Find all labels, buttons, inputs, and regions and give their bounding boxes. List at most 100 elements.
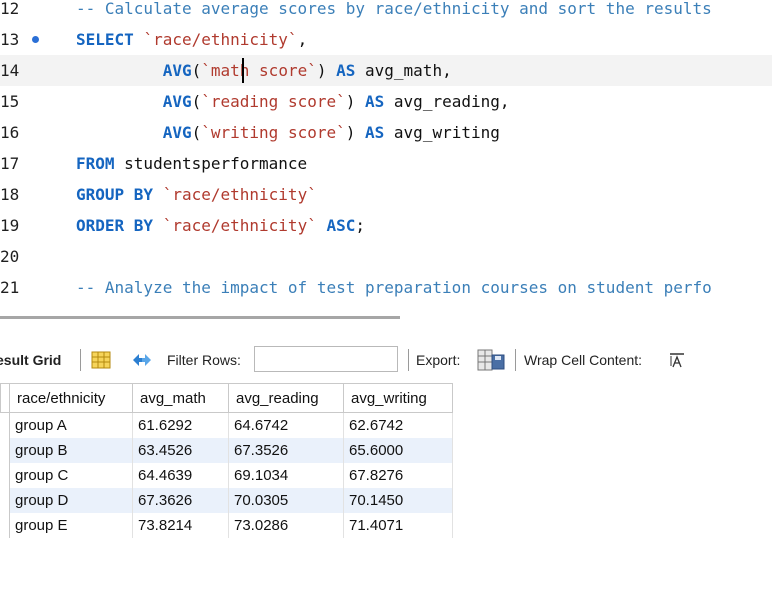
- code-text: GROUP BY `race/ethnicity`: [76, 179, 317, 210]
- table-cell[interactable]: 71.4071: [343, 513, 453, 538]
- table-cell[interactable]: 63.4526: [132, 438, 229, 463]
- code-line[interactable]: 16 AVG(`writing score`) AS avg_writing: [0, 117, 772, 148]
- result-rows: group A 61.6292 64.6742 62.6742 group B 63.45…: [0, 412, 453, 538]
- code-token: AVG: [162, 61, 192, 80]
- sql-editor[interactable]: 12 -- Calculate average scores by race/et…: [0, 0, 772, 308]
- column-header-race-ethnicity[interactable]: race/ethnicity: [9, 383, 133, 413]
- code-token: SELECT: [76, 30, 134, 49]
- code-token: ;: [355, 216, 366, 235]
- table-cell[interactable]: group C: [9, 463, 133, 488]
- table-row[interactable]: group B 63.4526 67.3526 65.6000: [0, 438, 453, 463]
- code-token: ): [345, 92, 366, 111]
- table-cell[interactable]: 67.3626: [132, 488, 229, 513]
- statement-marker-icon: [32, 36, 39, 43]
- code-token: ASC: [326, 216, 356, 235]
- code-token: -- Analyze the impact of test preparatio…: [76, 278, 712, 297]
- code-token: FROM: [76, 154, 115, 173]
- code-token: AS: [365, 92, 385, 111]
- code-token: `reading score`: [201, 92, 346, 111]
- code-token: studentsperformance: [114, 154, 308, 173]
- row-header[interactable]: [0, 488, 10, 513]
- table-cell[interactable]: group B: [9, 438, 133, 463]
- code-token: -- Calculate average scores by race/ethn…: [76, 0, 712, 18]
- column-header-avg-math[interactable]: avg_math: [132, 383, 229, 413]
- table-cell[interactable]: 65.6000: [343, 438, 453, 463]
- result-grid-tab[interactable]: esult Grid: [0, 343, 61, 377]
- code-line[interactable]: 18 GROUP BY `race/ethnicity`: [0, 179, 772, 210]
- code-line[interactable]: 17 FROM studentsperformance: [0, 148, 772, 179]
- wrap-cell-content-icon[interactable]: [668, 352, 686, 368]
- result-header-row: race/ethnicity avg_math avg_reading avg_…: [0, 383, 453, 413]
- code-token: ORDER BY: [76, 216, 154, 235]
- code-text: ORDER BY `race/ethnicity` ASC;: [76, 210, 365, 241]
- code-token: `race/ethnicity`: [143, 30, 298, 49]
- code-line[interactable]: 14 AVG(`math score`) AS avg_math,: [0, 55, 772, 86]
- code-line[interactable]: 20: [0, 241, 772, 272]
- code-line[interactable]: 21 -- Analyze the impact of test preparat…: [0, 272, 772, 303]
- row-header[interactable]: [0, 412, 10, 438]
- row-header[interactable]: [0, 513, 10, 538]
- line-number: 18: [0, 185, 20, 204]
- code-text: -- Calculate average scores by race/ethn…: [76, 0, 712, 24]
- export-icon[interactable]: [477, 348, 507, 372]
- grid-view-icon[interactable]: [91, 351, 111, 369]
- table-row[interactable]: group D 67.3626 70.0305 70.1450: [0, 488, 453, 513]
- toolbar-separator: [515, 349, 516, 371]
- table-cell[interactable]: 62.6742: [343, 412, 453, 438]
- code-token: ,: [297, 30, 308, 49]
- wrap-cell-content-label: Wrap Cell Content:: [524, 352, 643, 368]
- table-row[interactable]: group C 64.4639 69.1034 67.8276: [0, 463, 453, 488]
- code-line[interactable]: 12 -- Calculate average scores by race/et…: [0, 0, 772, 24]
- filter-rows-input[interactable]: [254, 346, 398, 372]
- refresh-icon[interactable]: [130, 351, 154, 369]
- row-header-corner: [0, 383, 10, 413]
- table-row[interactable]: group E 73.8214 73.0286 71.4071: [0, 513, 453, 538]
- code-text: AVG(`reading score`) AS avg_reading,: [76, 86, 510, 117]
- line-number: 16: [0, 123, 20, 142]
- row-header[interactable]: [0, 463, 10, 488]
- line-number: 20: [0, 247, 20, 266]
- text-caret: [242, 58, 244, 83]
- table-cell[interactable]: 67.3526: [228, 438, 344, 463]
- column-header-avg-writing[interactable]: avg_writing: [343, 383, 453, 413]
- code-line[interactable]: 15 AVG(`reading score`) AS avg_reading,: [0, 86, 772, 117]
- table-cell[interactable]: 61.6292: [132, 412, 229, 438]
- table-cell[interactable]: 64.4639: [132, 463, 229, 488]
- code-token: ): [316, 61, 337, 80]
- table-cell[interactable]: 69.1034: [228, 463, 344, 488]
- row-header[interactable]: [0, 438, 10, 463]
- code-token: AVG: [162, 92, 192, 111]
- code-token: `race/ethnicity`: [162, 216, 317, 235]
- toolbar-separator: [80, 349, 81, 371]
- editor-horizontal-scrollbar[interactable]: [0, 316, 400, 319]
- table-cell[interactable]: 73.8214: [132, 513, 229, 538]
- code-token: avg_reading,: [384, 92, 510, 111]
- table-cell[interactable]: 70.0305: [228, 488, 344, 513]
- result-toolbar: esult Grid Filter Rows: Export: Wrap Cel…: [0, 343, 772, 377]
- line-number: 19: [0, 216, 20, 235]
- table-cell[interactable]: group E: [9, 513, 133, 538]
- table-cell[interactable]: group D: [9, 488, 133, 513]
- result-grid: race/ethnicity avg_math avg_reading avg_…: [0, 383, 453, 538]
- table-cell[interactable]: 73.0286: [228, 513, 344, 538]
- code-token: AS: [365, 123, 385, 142]
- table-cell[interactable]: 67.8276: [343, 463, 453, 488]
- filter-rows-label: Filter Rows:: [167, 352, 241, 368]
- code-text: AVG(`math score`) AS avg_math,: [76, 55, 452, 86]
- line-number: 21: [0, 278, 20, 297]
- code-text: AVG(`writing score`) AS avg_writing: [76, 117, 500, 148]
- table-cell[interactable]: 64.6742: [228, 412, 344, 438]
- column-header-avg-reading[interactable]: avg_reading: [228, 383, 344, 413]
- table-cell[interactable]: 70.1450: [343, 488, 453, 513]
- table-row[interactable]: group A 61.6292 64.6742 62.6742: [0, 412, 453, 438]
- code-line[interactable]: 19 ORDER BY `race/ethnicity` ASC;: [0, 210, 772, 241]
- code-line[interactable]: 13 SELECT `race/ethnicity`,: [0, 24, 772, 55]
- code-token: AS: [336, 61, 356, 80]
- code-token: GROUP BY: [76, 185, 154, 204]
- table-cell[interactable]: group A: [9, 412, 133, 438]
